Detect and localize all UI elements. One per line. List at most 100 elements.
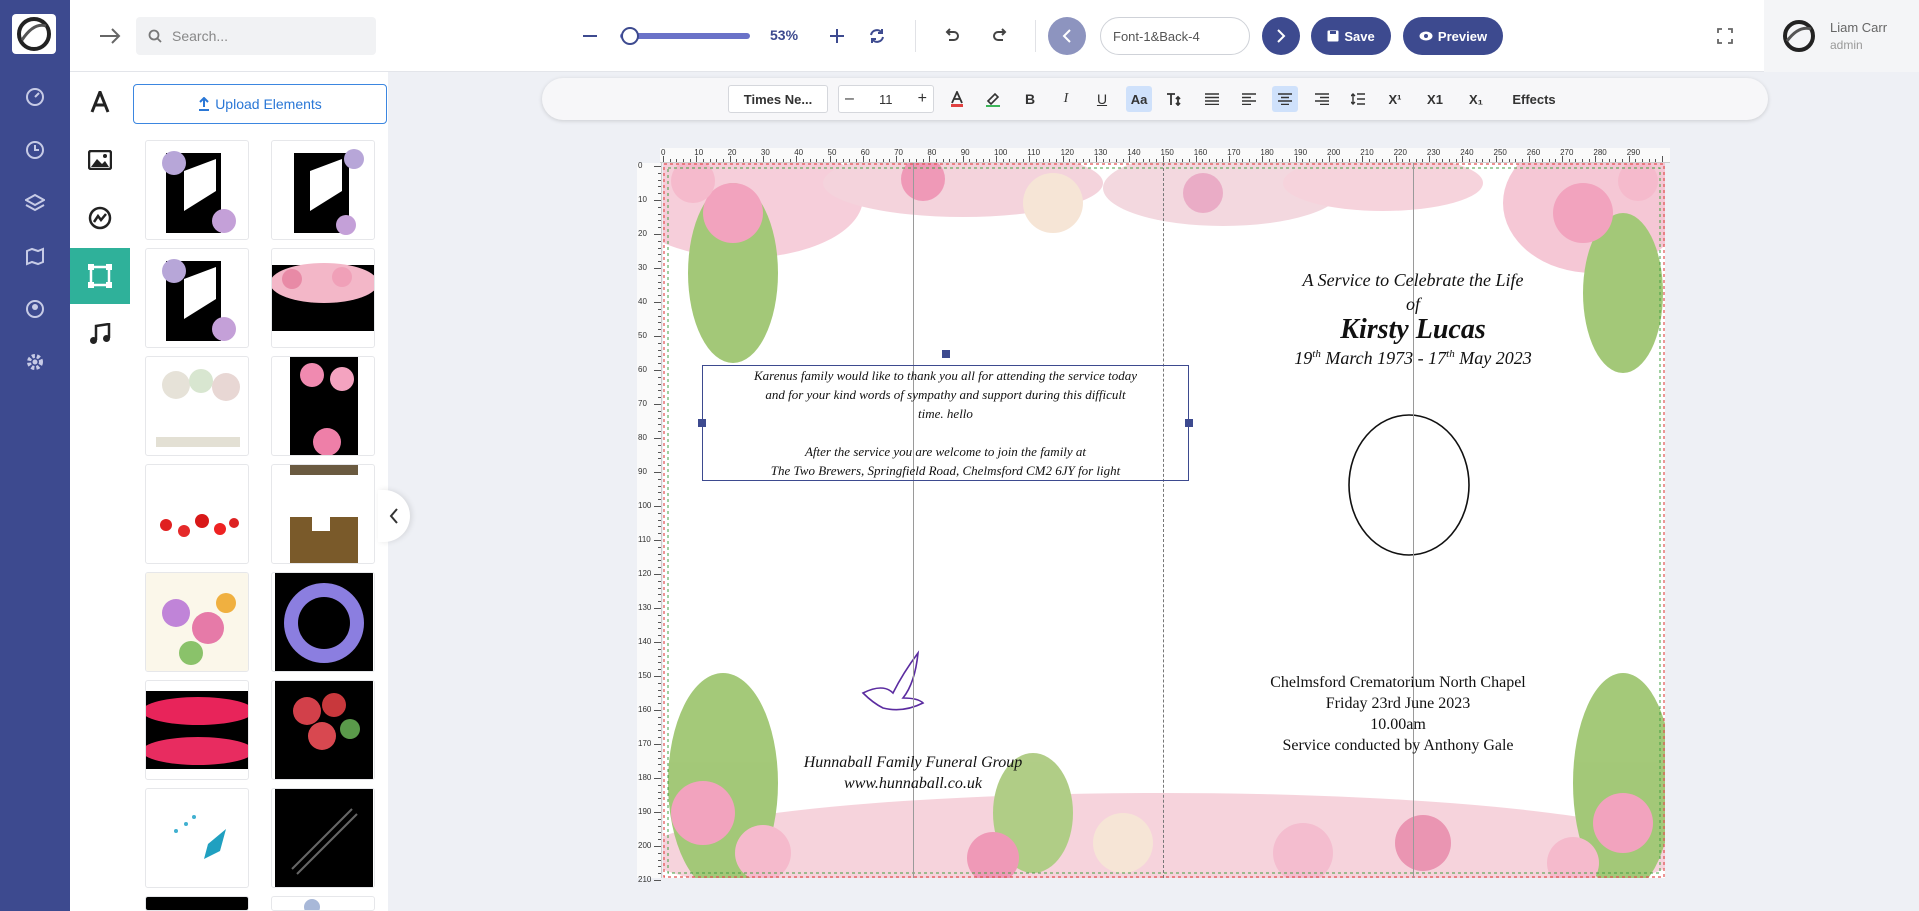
ruler-label: 190 [1293, 148, 1308, 157]
upload-elements-button[interactable]: Upload Elements [133, 84, 387, 124]
map-pin-icon[interactable] [0, 234, 70, 278]
font-size-value[interactable]: 11 [879, 92, 893, 107]
ruler-label: 140 [1127, 148, 1141, 157]
elements-panel: Upload Elements [130, 72, 388, 911]
collapse-panel-button[interactable] [378, 490, 410, 542]
ruler-label: 40 [638, 297, 647, 306]
sticker-tool[interactable] [70, 190, 130, 246]
align-right-icon[interactable] [1309, 86, 1335, 112]
align-center-icon[interactable] [1272, 86, 1298, 112]
prev-page-button[interactable] [1048, 17, 1086, 55]
underline-button[interactable]: U [1089, 86, 1115, 112]
highlight-color-icon[interactable] [980, 86, 1006, 112]
element-thumbnail[interactable] [271, 896, 375, 911]
font-size-increase-button[interactable]: + [918, 90, 927, 108]
search-placeholder: Search... [172, 28, 229, 44]
font-size-decrease-button[interactable]: – [845, 90, 854, 108]
element-thumbnail[interactable] [271, 248, 375, 348]
user-profile[interactable]: Liam Carr admin [1764, 0, 1919, 72]
ruler-label: 50 [638, 331, 647, 340]
font-family-select[interactable]: Times Ne... [728, 85, 828, 113]
ruler-label: 90 [638, 467, 647, 476]
element-thumbnail[interactable] [145, 248, 249, 348]
ruler-label: 10 [694, 148, 704, 157]
element-thumbnail[interactable] [145, 896, 249, 911]
zoom-in-icon[interactable] [825, 24, 849, 48]
fullscreen-icon[interactable] [1713, 24, 1737, 48]
zoom-slider-handle[interactable] [621, 27, 639, 45]
ruler-horizontal: 0 10 20 30 40 50 60 70 80 90 100 110 120 130 140 150 160… [660, 148, 1670, 163]
text-tool[interactable] [70, 74, 130, 130]
element-thumbnail[interactable] [271, 464, 375, 564]
element-thumbnail[interactable] [271, 356, 375, 456]
ruler-label: 80 [927, 148, 937, 157]
ruler-label: 160 [1193, 148, 1208, 157]
history-icon[interactable] [0, 128, 70, 172]
ruler-label: 50 [827, 148, 837, 157]
element-thumbnail[interactable] [145, 464, 249, 564]
element-thumbnail[interactable] [271, 788, 375, 888]
element-thumbnail[interactable] [271, 680, 375, 780]
chevron-left-icon [389, 508, 398, 524]
line-spacing-icon[interactable] [1345, 86, 1371, 112]
element-thumbnail[interactable] [145, 572, 249, 672]
save-button[interactable]: Save [1311, 17, 1391, 55]
user-icon[interactable] [0, 287, 70, 331]
chevron-left-icon [1062, 29, 1071, 43]
dove-icon [861, 650, 925, 711]
superscript-button[interactable]: X¹ [1382, 86, 1408, 112]
page-name-field[interactable]: Font-1&Back-4 [1100, 17, 1250, 55]
text-color-icon[interactable] [944, 86, 970, 112]
text-case-button[interactable]: Aa [1126, 86, 1152, 112]
text-height-icon[interactable] [1162, 86, 1188, 112]
element-thumbnail[interactable] [145, 788, 249, 888]
element-thumbnail[interactable] [271, 572, 375, 672]
zoom-slider[interactable] [620, 27, 750, 45]
ruler-label: 170 [638, 739, 652, 748]
elements-tool[interactable] [70, 248, 130, 304]
element-thumbnail[interactable] [145, 140, 249, 240]
layers-icon[interactable] [0, 181, 70, 225]
after-line-2: The Two Brewers, Springfield Road, Chelm… [770, 463, 1121, 478]
music-note-icon [90, 323, 111, 344]
upload-icon [199, 97, 210, 111]
ruler-label: 200 [638, 841, 652, 850]
element-thumbnail[interactable] [271, 140, 375, 240]
element-thumbnail[interactable] [145, 680, 249, 780]
preview-button[interactable]: Preview [1403, 17, 1503, 55]
align-left-icon[interactable] [1236, 86, 1262, 112]
ruler-label: 30 [760, 148, 770, 157]
expand-arrow-icon[interactable] [96, 22, 124, 50]
refresh-icon[interactable] [865, 24, 889, 48]
design-canvas[interactable]: Karenus family would like to thank you a… [663, 163, 1665, 878]
element-thumbnail[interactable] [145, 356, 249, 456]
align-justify-icon[interactable] [1199, 86, 1225, 112]
next-page-button[interactable] [1262, 17, 1300, 55]
music-tool[interactable] [70, 306, 130, 362]
undo-icon[interactable] [940, 24, 964, 48]
ruler-label: 190 [638, 807, 652, 816]
life-dates: 19th March 1973 - 17th May 2023 [1294, 348, 1532, 368]
image-tool[interactable] [70, 132, 130, 188]
ruler-label: 100 [638, 501, 652, 510]
effects-button[interactable]: Effects [1504, 86, 1564, 112]
ruler-label: 270 [1560, 148, 1574, 157]
search-input[interactable]: Search... [136, 17, 376, 55]
photo-frame-oval[interactable] [1348, 414, 1470, 556]
x1-button[interactable]: X1 [1422, 86, 1448, 112]
app-logo[interactable] [12, 14, 56, 54]
subscript-button[interactable]: X₁ [1463, 86, 1489, 112]
ruler-label: 40 [794, 148, 804, 157]
zoom-out-icon[interactable] [578, 24, 602, 48]
dashboard-icon[interactable] [0, 75, 70, 119]
resize-handle[interactable] [942, 350, 950, 358]
ruler-label: 110 [1027, 148, 1041, 157]
ruler-label: 60 [638, 365, 647, 374]
thanks-line-2: and for your kind words of sympathy and … [765, 387, 1126, 402]
redo-icon[interactable] [988, 24, 1012, 48]
ruler-label: 0 [638, 161, 643, 170]
bold-button[interactable]: B [1017, 86, 1043, 112]
italic-button[interactable]: I [1053, 86, 1079, 112]
settings-gear-icon[interactable] [0, 340, 70, 384]
service-conductor: Service conducted by Anthony Gale [1282, 737, 1514, 754]
